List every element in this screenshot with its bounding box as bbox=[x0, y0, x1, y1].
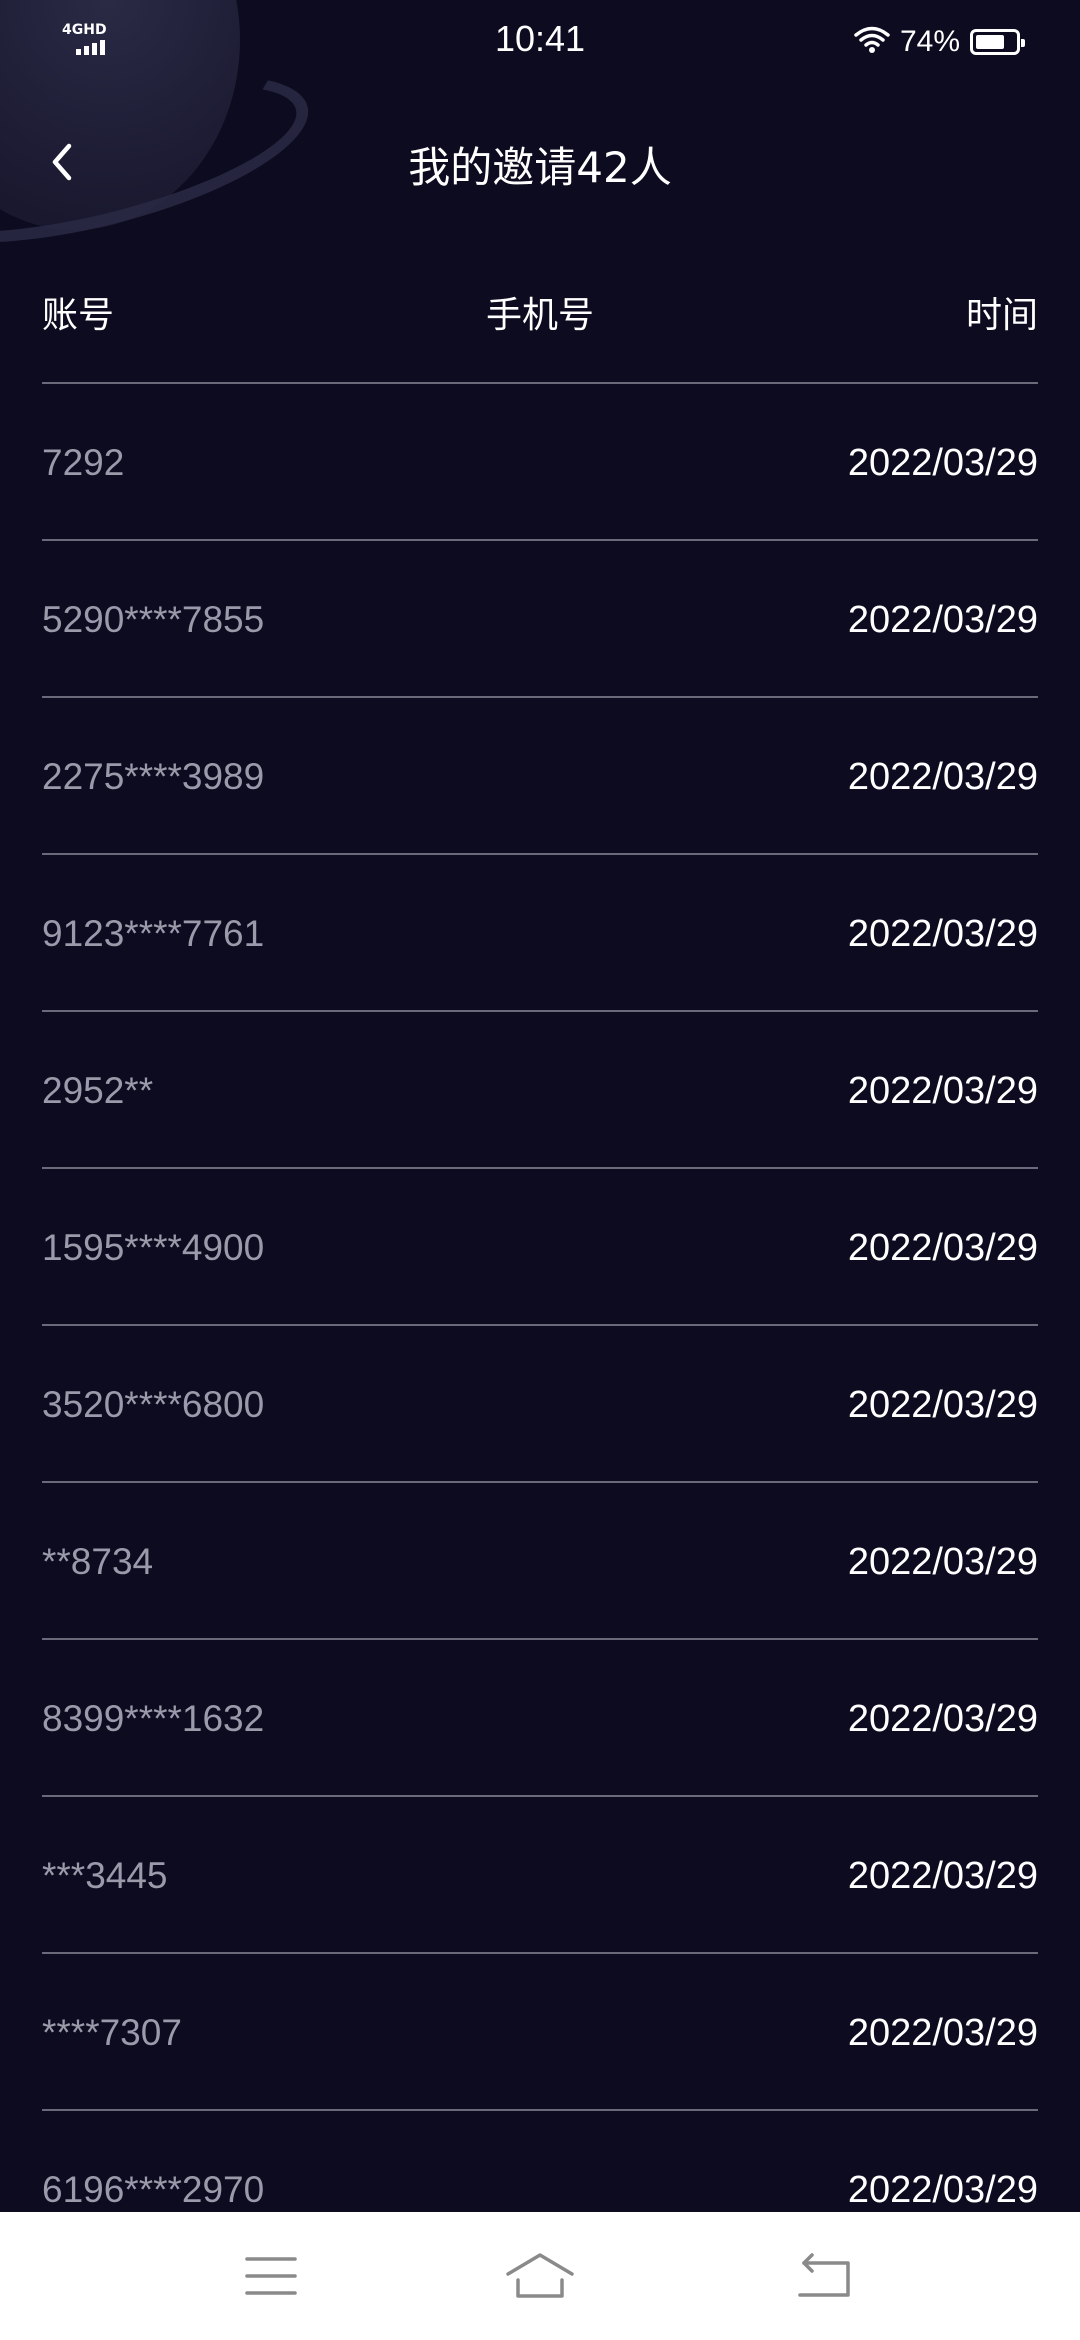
row-account: 6196****2970 bbox=[42, 2169, 265, 2210]
table-header: 账号 手机号 时间 bbox=[42, 286, 1038, 346]
battery-fill bbox=[976, 35, 1004, 49]
table-row: 7292 2022/03/29 bbox=[42, 382, 1038, 539]
row-account: 2275****3989 bbox=[42, 756, 265, 797]
table-row: 9123****7761 2022/03/29 bbox=[42, 853, 1038, 1010]
invite-list: 7292 2022/03/29 5290****7855 2022/03/29 … bbox=[42, 382, 1038, 2266]
row-account: **8734 bbox=[42, 1541, 154, 1582]
row-account: 7292 bbox=[42, 442, 125, 483]
menu-icon bbox=[245, 2257, 297, 2295]
battery-percent: 74% bbox=[899, 25, 960, 58]
wifi-icon bbox=[854, 25, 890, 59]
row-date: 2022/03/29 bbox=[847, 2169, 1038, 2211]
table-row: 2275****3989 2022/03/29 bbox=[42, 696, 1038, 853]
row-date: 2022/03/29 bbox=[847, 756, 1038, 798]
row-account: 5290****7855 bbox=[42, 599, 265, 640]
back-return-button[interactable] bbox=[788, 2248, 858, 2304]
nav-bar: 我的邀请42人 bbox=[0, 110, 1080, 214]
row-date: 2022/03/29 bbox=[847, 1698, 1038, 1740]
column-header-phone: 手机号 bbox=[485, 295, 594, 336]
row-date: 2022/03/29 bbox=[847, 1855, 1038, 1897]
row-date: 2022/03/29 bbox=[847, 1227, 1038, 1269]
row-date: 2022/03/29 bbox=[847, 442, 1038, 484]
status-right: 74% bbox=[854, 20, 1025, 64]
table-row: 1595****4900 2022/03/29 bbox=[42, 1167, 1038, 1324]
row-account: ****7307 bbox=[42, 2012, 182, 2053]
screen: 4GHD 10:41 74% 我的邀请42人 账号 手机号 时间 7292 20… bbox=[0, 0, 1080, 2340]
table-row: ****7307 2022/03/29 bbox=[42, 1952, 1038, 2109]
row-account: ***3445 bbox=[42, 1855, 168, 1896]
row-date: 2022/03/29 bbox=[847, 599, 1038, 641]
table-row: 8399****1632 2022/03/29 bbox=[42, 1638, 1038, 1795]
battery-icon bbox=[970, 29, 1025, 55]
row-date: 2022/03/29 bbox=[847, 1541, 1038, 1583]
row-date: 2022/03/29 bbox=[847, 913, 1038, 955]
table-row: ***3445 2022/03/29 bbox=[42, 1795, 1038, 1952]
system-nav-bar bbox=[0, 2212, 1080, 2340]
table-row: 2952** 2022/03/29 bbox=[42, 1010, 1038, 1167]
row-date: 2022/03/29 bbox=[847, 1384, 1038, 1426]
row-account: 3520****6800 bbox=[42, 1384, 265, 1425]
row-date: 2022/03/29 bbox=[847, 1070, 1038, 1112]
battery-tip bbox=[1021, 39, 1025, 47]
row-account: 8399****1632 bbox=[42, 1698, 265, 1739]
row-account: 2952** bbox=[42, 1070, 154, 1111]
row-account: 9123****7761 bbox=[42, 913, 265, 954]
column-header-time: 时间 bbox=[965, 295, 1038, 336]
home-button[interactable] bbox=[505, 2248, 575, 2304]
row-account: 1595****4900 bbox=[42, 1227, 265, 1268]
back-return-icon bbox=[798, 2253, 850, 2297]
page-title: 我的邀请42人 bbox=[408, 143, 672, 192]
status-bar: 4GHD 10:41 74% bbox=[0, 0, 1080, 84]
home-icon bbox=[506, 2253, 574, 2298]
menu-button[interactable] bbox=[236, 2248, 306, 2304]
table-row: 5290****7855 2022/03/29 bbox=[42, 539, 1038, 696]
table-row: 3520****6800 2022/03/29 bbox=[42, 1324, 1038, 1481]
row-date: 2022/03/29 bbox=[847, 2012, 1038, 2054]
table-row: **8734 2022/03/29 bbox=[42, 1481, 1038, 1638]
